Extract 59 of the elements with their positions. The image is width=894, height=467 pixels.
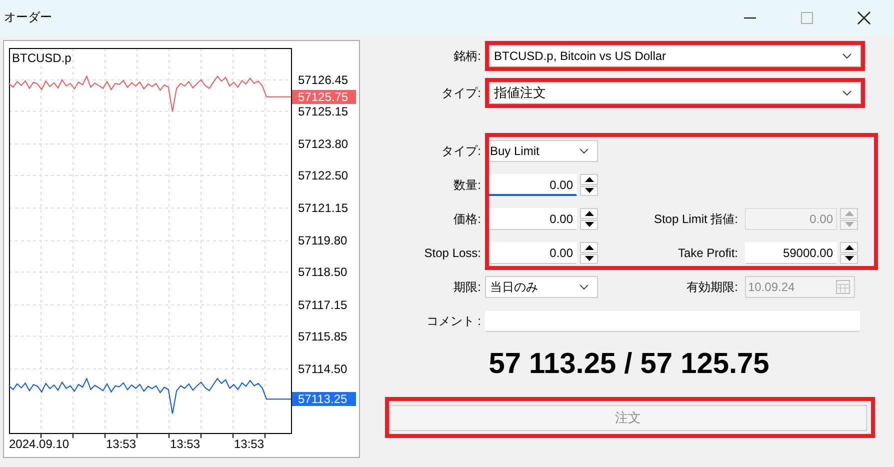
- spin-down-button[interactable]: [580, 254, 598, 264]
- chevron-down-icon: [842, 90, 852, 96]
- down-triangle-icon: [844, 222, 854, 228]
- spin-down-button[interactable]: [580, 220, 598, 230]
- field-label: タイプ:: [440, 84, 482, 102]
- field-label: 有効期限:: [686, 278, 739, 296]
- field-label: Stop Loss:: [423, 246, 482, 260]
- comment-field[interactable]: [485, 310, 860, 332]
- spin-up-button[interactable]: [580, 242, 598, 252]
- symbol-dropdown[interactable]: BTCUSD.p, Bitcoin vs US Dollar: [489, 45, 861, 67]
- spin-up-button[interactable]: [580, 174, 598, 184]
- axis-label: 57118.50: [298, 265, 348, 280]
- axis-label: 57117.15: [298, 298, 348, 312]
- axis-label: 57122.50: [298, 168, 348, 182]
- axis-label: 13:53: [106, 437, 136, 451]
- axis-label: 13:53: [170, 437, 200, 451]
- field-label: Take Profit:: [676, 246, 739, 260]
- field-label: 銘柄:: [452, 48, 482, 64]
- expiration-dropdown[interactable]: 当日のみ: [485, 276, 598, 298]
- price-tag: 57113.25: [292, 392, 356, 406]
- up-triangle-icon: [844, 210, 854, 216]
- axis-label: 57125.15: [298, 104, 348, 118]
- down-triangle-icon: [584, 188, 594, 194]
- close-icon[interactable]: [856, 10, 872, 26]
- spin-down-button[interactable]: [580, 186, 598, 196]
- up-triangle-icon: [584, 210, 594, 216]
- field-label: 価格:: [452, 210, 482, 228]
- up-triangle-icon: [844, 244, 854, 250]
- field-label: タイプ:: [440, 142, 482, 160]
- execution-dropdown[interactable]: 指値注文: [489, 82, 861, 104]
- axis-label: 13:53: [234, 437, 264, 451]
- field-label: 期限:: [452, 278, 482, 296]
- axis-label: 2024.09.10: [9, 437, 70, 451]
- window-title: オーダー: [4, 9, 52, 26]
- price-tag: 57125.75: [292, 90, 356, 104]
- down-triangle-icon: [584, 256, 594, 262]
- axis-label: 57126.45: [298, 72, 348, 87]
- axis-label: 57115.85: [298, 329, 348, 344]
- field-label: コメント :: [425, 312, 482, 330]
- down-triangle-icon: [844, 256, 854, 262]
- field-label: 数量:: [452, 176, 482, 194]
- spin-down-button[interactable]: [840, 254, 858, 264]
- axis-label: 57123.80: [298, 137, 348, 151]
- price-quote: 57 113.25 / 57 125.75: [488, 347, 770, 382]
- chevron-down-icon: [579, 284, 589, 290]
- symbol-label: BTCUSD.p: [12, 51, 72, 65]
- up-triangle-icon: [584, 244, 594, 250]
- calendar-icon: [836, 280, 850, 294]
- take-profit-field[interactable]: 59000.00: [745, 242, 837, 264]
- axis-label: 57114.50: [298, 362, 348, 376]
- chevron-down-icon: [842, 53, 852, 59]
- axis-label: 57121.15: [298, 201, 348, 216]
- field-label: Stop Limit 指値:: [652, 210, 739, 228]
- axis-label: 57119.80: [298, 234, 348, 248]
- down-triangle-icon: [584, 222, 594, 228]
- up-triangle-icon: [584, 176, 594, 182]
- chevron-down-icon: [579, 148, 589, 154]
- spin-up-button[interactable]: [580, 208, 598, 218]
- spin-up-button[interactable]: [840, 242, 858, 252]
